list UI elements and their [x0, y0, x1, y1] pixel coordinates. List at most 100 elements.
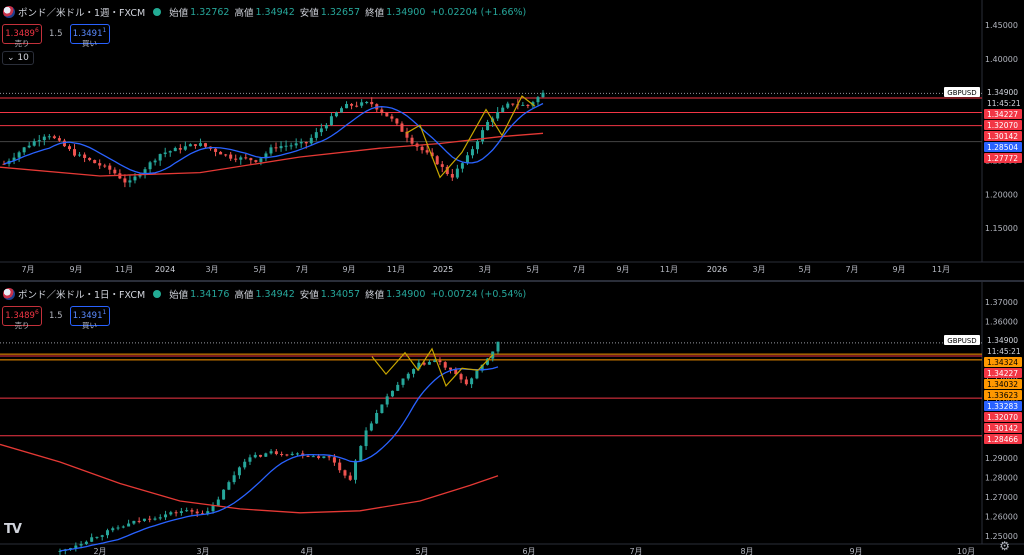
candle-body [248, 457, 252, 462]
candle-body [280, 453, 284, 455]
time-axis-label: 7月 [845, 265, 858, 274]
daily-trade-buttons: 1.34896 売り 1.5 1.34911 買い [2, 306, 110, 330]
time-axis-label: 8月 [740, 547, 753, 555]
candle-body [380, 109, 384, 113]
buy-button[interactable]: 1.34911 買い [69, 306, 110, 330]
candle-body [311, 456, 315, 458]
time-axis-label: 9月 [342, 265, 355, 274]
price-tag-text: 1.27772 [987, 154, 1018, 163]
weekly-chart-pane[interactable]: 1.450001.400001.350001.300001.250001.200… [0, 0, 1024, 280]
sell-button[interactable]: 1.34896 売り [2, 24, 42, 48]
price-axis-label: 1.37000 [985, 298, 1018, 307]
candle-body [254, 160, 258, 162]
time-axis-label: 5月 [798, 265, 811, 274]
candle-body [299, 141, 303, 144]
buy-button[interactable]: 1.34911 買い [69, 24, 110, 48]
price-tag-text: 1.34900 [987, 336, 1018, 345]
candle-body [249, 158, 253, 161]
candle-body [90, 537, 94, 542]
candle-body [506, 103, 510, 108]
candle-body [332, 457, 336, 463]
symbol-title[interactable]: ポンド／米ドル・1週・FXCM [18, 5, 145, 19]
change-value: +0.00724 (+0.54%) [430, 288, 527, 300]
sell-button[interactable]: 1.34896 売り [2, 306, 42, 330]
candle-body [433, 360, 437, 362]
open-label: 始値 [169, 8, 189, 19]
candle-body [425, 150, 429, 153]
low-label: 安値 [299, 8, 319, 19]
candle-body [400, 123, 404, 132]
candle-body [475, 370, 479, 379]
candle-body [211, 505, 215, 512]
candle-body [541, 92, 545, 98]
candle-body [52, 136, 56, 139]
candle-body [359, 446, 363, 461]
price-axis-label: 1.29000 [985, 454, 1018, 463]
candle-body [188, 144, 192, 147]
candle-body [449, 367, 453, 370]
high-label: 高値 [234, 290, 254, 301]
candle-body [340, 108, 344, 113]
time-axis-label: 3月 [205, 265, 218, 274]
high-value: 1.34942 [255, 6, 295, 18]
candle-body [526, 104, 530, 106]
price-axis-label: 1.28000 [985, 474, 1018, 483]
time-axis-label: 7月 [572, 265, 585, 274]
time-axis-label: 4月 [300, 547, 313, 555]
candle-body [354, 460, 358, 480]
price-tag-text: 1.34227 [987, 369, 1018, 378]
candle-body [355, 105, 359, 107]
time-axis-label: 2025 [433, 265, 453, 274]
symbol-tag-text: GBPUSD [947, 89, 976, 97]
ma-slow-line [0, 443, 499, 514]
candle-body [27, 145, 31, 148]
candle-body [22, 147, 26, 153]
tradingview-logo[interactable]: TV [4, 522, 22, 537]
candle-body [324, 125, 328, 129]
daily-chart-canvas[interactable]: 1.370001.360001.350001.340001.330001.320… [0, 282, 1024, 555]
candle-body [67, 146, 71, 150]
daily-legend: ポンド／米ドル・1日・FXCM 始値 1.34176 高値 1.34942 安値 1.… [3, 287, 531, 301]
candle-body [306, 456, 310, 458]
gear-icon[interactable]: ⚙ [999, 539, 1010, 553]
candle-body [274, 451, 278, 454]
candle-body [259, 158, 263, 162]
candle-body [343, 470, 347, 476]
candle-body [385, 396, 389, 405]
candle-body [501, 107, 505, 113]
low-value: 1.32657 [320, 6, 361, 18]
candle-body [264, 453, 268, 457]
symbol-title[interactable]: ポンド／米ドル・1日・FXCM [18, 287, 145, 301]
market-status-icon [153, 290, 162, 298]
daily-chart-pane[interactable]: 1.370001.360001.350001.340001.330001.320… [0, 282, 1024, 555]
candle-body [105, 530, 109, 536]
candle-body [360, 102, 364, 106]
indicator-collapse-toggle[interactable]: ⌄ 10 [2, 51, 34, 65]
candle-body [427, 361, 431, 365]
time-axis-label: 6月 [522, 547, 535, 555]
candle-body [496, 341, 500, 352]
candle-body [322, 456, 326, 459]
time-axis-label: 5月 [526, 265, 539, 274]
time-axis-label: 5月 [253, 265, 266, 274]
candle-body [476, 141, 480, 150]
candle-body [365, 102, 369, 104]
time-axis-label: 7月 [21, 265, 34, 274]
candle-body [317, 456, 321, 459]
candle-body [224, 154, 228, 156]
candle-body [334, 112, 338, 117]
weekly-chart-canvas[interactable]: 1.450001.400001.350001.300001.250001.200… [0, 0, 1024, 280]
candle-body [486, 121, 490, 131]
candle-body [158, 517, 162, 519]
candle-body [289, 145, 293, 147]
candle-body [295, 453, 299, 455]
candle-body [153, 518, 157, 520]
candle-body [481, 130, 485, 142]
candle-body [178, 148, 182, 150]
candle-body [113, 169, 117, 174]
price-tag-text: 1.32070 [987, 121, 1018, 130]
candle-body [420, 146, 424, 151]
price-axis-label: 1.20000 [985, 190, 1018, 199]
time-axis-label: 11月 [387, 265, 405, 274]
low-label: 安値 [299, 290, 319, 301]
